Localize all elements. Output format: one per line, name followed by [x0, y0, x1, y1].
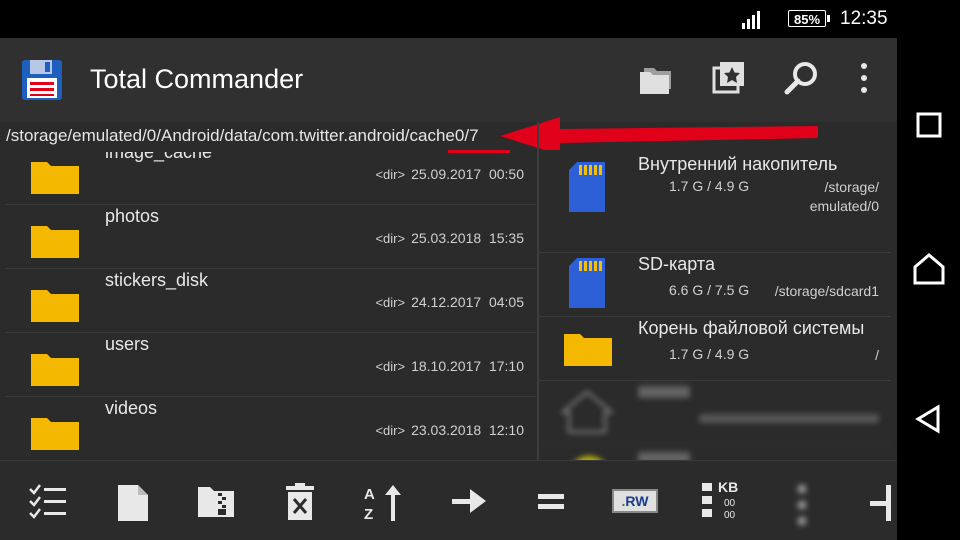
list-item[interactable]: videos <dir> 23.03.2018 12:10 [6, 396, 536, 460]
volume-name: Корень файловой системы [638, 318, 865, 338]
volume-path: / [875, 347, 879, 363]
app-title: Total Commander [90, 64, 304, 94]
rw-icon[interactable]: .RW [612, 489, 658, 513]
volume-size: 6.6 G / 7.5 G [669, 282, 750, 298]
folder-icon [31, 418, 79, 450]
bottom-toolbar: A Z .RW KB 00 00 [0, 460, 897, 540]
floppy-disk-icon [22, 60, 62, 100]
status-bar: 85% 12:35 [0, 0, 960, 38]
blurred-text [638, 386, 690, 398]
list-item[interactable]: stickers_disk <dir> 24.12.2017 04:05 [6, 268, 536, 333]
selection-count: 0/7 [454, 126, 479, 145]
sort-icon[interactable]: A Z [362, 483, 406, 523]
recents-icon[interactable] [912, 108, 946, 142]
sd-card-icon [569, 162, 605, 212]
path-prefix: /storage/emulated/0/Android/data/com.twi… [6, 126, 410, 145]
navigation-bar [897, 38, 960, 540]
new-file-icon[interactable] [116, 483, 150, 523]
volume-size: 1.7 G / 4.9 G [669, 346, 750, 362]
clock: 12:35 [840, 8, 888, 29]
file-meta: <dir> 23.03.2018 12:10 [375, 422, 524, 438]
file-name: photos [105, 206, 160, 226]
split-icon[interactable] [868, 483, 894, 523]
zip-icon[interactable] [196, 483, 236, 519]
more-vert-icon[interactable] [857, 60, 871, 96]
red-arrow-annotation [500, 117, 818, 150]
view-size-icon[interactable]: KB 00 00 [702, 479, 742, 523]
blurred-item[interactable] [539, 444, 891, 460]
search-icon[interactable] [784, 60, 820, 96]
home-icon[interactable] [912, 252, 946, 286]
delete-icon[interactable] [284, 483, 316, 521]
current-path: /storage/emulated/0/Android/data/com.twi… [6, 126, 479, 146]
file-name: image_cache [105, 152, 213, 162]
volume-size: 1.7 G / 4.9 G [669, 178, 750, 194]
folder-icon [31, 162, 79, 194]
volume-name: SD-карта [638, 254, 715, 274]
list-item[interactable]: photos <dir> 25.03.2018 15:35 [6, 204, 536, 269]
file-name: users [105, 334, 150, 354]
signal-icon [742, 11, 760, 29]
sd-card-icon [569, 258, 605, 308]
more-icon[interactable] [794, 483, 810, 531]
svg-text:Z: Z [364, 506, 373, 523]
volume-sd-card[interactable]: SD-карта 6.6 G / 7.5 G /storage/sdcard1 [539, 252, 891, 317]
blurred-text [638, 452, 690, 460]
folder-icon [31, 290, 79, 322]
app-window: Total Commander /storage/emulated/0/Andr… [0, 38, 897, 540]
back-icon[interactable] [912, 402, 946, 436]
folder-icon [564, 334, 612, 366]
volume-internal[interactable]: Внутренний накопитель 1.7 G / 4.9 G /sto… [539, 152, 891, 253]
blurred-text [699, 414, 879, 423]
folders-icon[interactable] [638, 60, 676, 96]
file-name: stickers_disk [105, 270, 209, 290]
volume-name: Внутренний накопитель [638, 154, 838, 174]
file-meta: <dir> 25.09.2017 00:50 [375, 166, 524, 182]
home-folder-icon [561, 390, 613, 434]
equals-icon[interactable] [536, 483, 566, 519]
file-meta: <dir> 18.10.2017 17:10 [375, 358, 524, 374]
left-pane: image_cache <dir> 25.09.2017 00:50 photos… [0, 152, 537, 460]
folder-icon [31, 354, 79, 386]
volume-root[interactable]: Корень файловой системы 1.7 G / 4.9 G / [539, 316, 891, 381]
file-meta: <dir> 25.03.2018 15:35 [375, 230, 524, 246]
battery-indicator: 85% [788, 10, 830, 27]
app-toolbar: Total Commander [0, 38, 897, 122]
file-meta: <dir> 24.12.2017 04:05 [375, 294, 524, 310]
select-list-icon[interactable] [28, 483, 68, 519]
list-item[interactable]: image_cache <dir> 25.09.2017 00:50 [6, 152, 536, 205]
svg-text:A: A [364, 486, 375, 503]
volume-path: /storage/emulated/0 [809, 179, 879, 214]
blurred-item[interactable] [539, 380, 891, 445]
list-item[interactable]: users <dir> 18.10.2017 17:10 [6, 332, 536, 397]
arrow-right-icon[interactable] [450, 483, 488, 519]
volume-path: /storage/sdcard1 [774, 283, 879, 299]
right-pane: Внутренний накопитель 1.7 G / 4.9 G /sto… [539, 152, 897, 460]
bookmarks-star-icon[interactable] [712, 60, 746, 94]
file-name: videos [105, 398, 158, 418]
folder-icon [31, 226, 79, 258]
path-highlight: cache [409, 126, 455, 145]
